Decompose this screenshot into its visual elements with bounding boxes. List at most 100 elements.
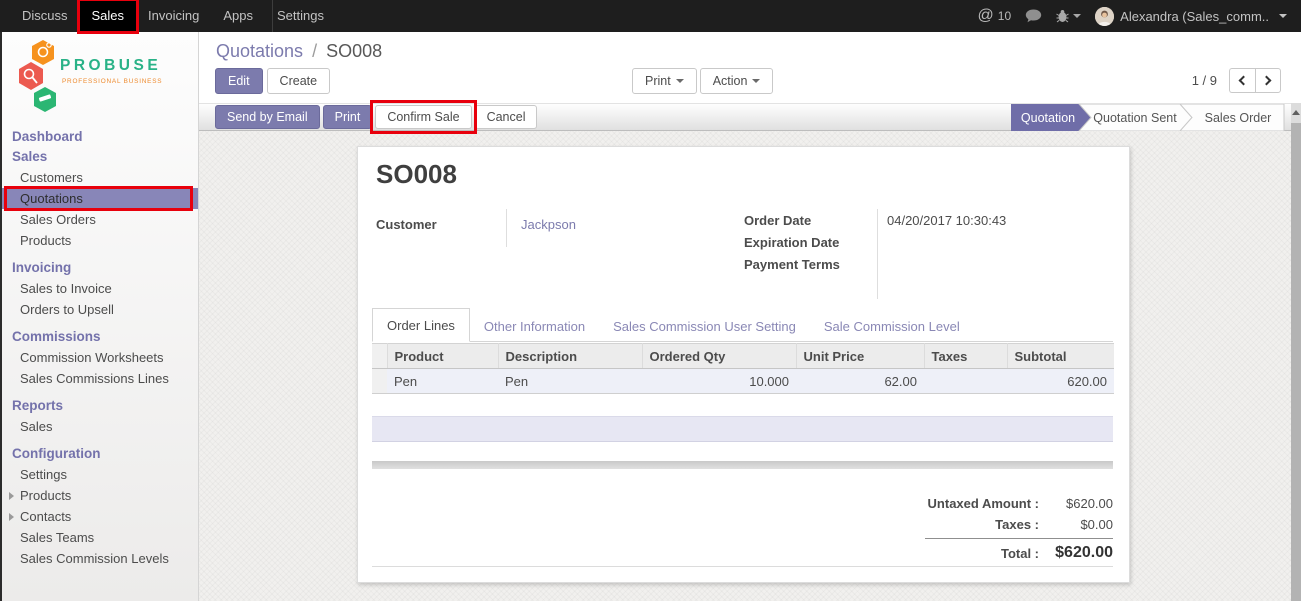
customer-label: Customer [376, 217, 437, 232]
sidebar-item-sales-commissions-lines[interactable]: Sales Commissions Lines [2, 368, 198, 389]
stage-quotation-sent-label: Quotation Sent [1093, 111, 1177, 125]
tab-sale-commission-level[interactable]: Sale Commission Level [810, 310, 974, 342]
cancel-button[interactable]: Cancel [475, 105, 538, 129]
pager-count: 1 / 9 [1192, 73, 1217, 88]
chat-bubble-icon[interactable] [1025, 9, 1042, 23]
confirm-sale-button[interactable]: Confirm Sale [375, 105, 471, 129]
debug-caret-icon [1073, 14, 1081, 18]
col-ordered-qty[interactable]: Ordered Qty [642, 344, 796, 369]
nav-discuss[interactable]: Discuss [10, 0, 80, 32]
mentions-counter[interactable]: @ 10 [978, 0, 1012, 32]
app-menu: Discuss Sales Invoicing Apps Settings [10, 0, 336, 32]
col-product[interactable]: Product [387, 344, 498, 369]
customer-link[interactable]: Jackpson [521, 217, 576, 232]
sidebar-item-sales-to-invoice[interactable]: Sales to Invoice [2, 278, 198, 299]
cell-subtotal[interactable]: 620.00 [1007, 369, 1114, 394]
sidebar-header-configuration: Configuration [2, 444, 198, 464]
sidebar-header-invoicing: Invoicing [2, 258, 198, 278]
print-dropdown-label: Print [645, 74, 671, 88]
sidebar-item-customers[interactable]: Customers [2, 167, 198, 188]
debug-bug-icon[interactable] [1056, 9, 1081, 23]
cell-product[interactable]: Pen [387, 369, 498, 394]
field-separator [506, 209, 507, 247]
cell-ordered-qty[interactable]: 10.000 [642, 369, 796, 394]
untaxed-amount-value: $620.00 [1039, 496, 1113, 511]
sidebar-item-sales[interactable]: Sales [2, 147, 198, 167]
sidebar-item-quotations-label: Quotations [20, 191, 83, 206]
action-dropdown-button[interactable]: Action [700, 68, 774, 94]
sidebar-item-reports-sales[interactable]: Sales [2, 416, 198, 437]
table-header-row: Product Description Ordered Qty Unit Pri… [372, 344, 1114, 369]
at-icon: @ [978, 0, 994, 32]
create-button[interactable]: Create [267, 68, 331, 94]
chevron-left-icon [1239, 76, 1249, 86]
nav-invoicing[interactable]: Invoicing [136, 0, 211, 32]
sidebar-item-sales-orders[interactable]: Sales Orders [2, 209, 198, 230]
tab-sales-commission-user-setting[interactable]: Sales Commission User Setting [599, 310, 810, 342]
sidebar-item-config-products[interactable]: Products [2, 485, 198, 506]
section-commissions: Commissions Commission Worksheets Sales … [2, 327, 198, 389]
user-menu[interactable]: Alexandra (Sales_comm.. [1095, 7, 1287, 26]
cell-taxes[interactable] [924, 369, 1007, 394]
stage-quotation-label: Quotation [1021, 111, 1075, 125]
order-date-value: 04/20/2017 10:30:43 [887, 210, 1006, 232]
col-description[interactable]: Description [498, 344, 642, 369]
col-unit-price[interactable]: Unit Price [796, 344, 924, 369]
breadcrumb-separator: / [308, 41, 321, 61]
chevron-down-icon [676, 79, 684, 83]
nav-settings[interactable]: Settings [265, 0, 336, 32]
expiration-date-value [887, 232, 1006, 254]
total-label: Total : [925, 546, 1039, 561]
nav-sales[interactable]: Sales [80, 0, 137, 32]
sidebar-item-sales-teams[interactable]: Sales Teams [2, 527, 198, 548]
sheet-bottom-divider [372, 566, 1113, 567]
chevron-down-icon [752, 79, 760, 83]
row-handle[interactable] [372, 369, 387, 394]
col-subtotal[interactable]: Subtotal [1007, 344, 1114, 369]
horizontal-scrollbar[interactable] [372, 461, 1113, 469]
sidebar-item-sales-commission-levels[interactable]: Sales Commission Levels [2, 548, 198, 569]
scroll-up-arrow-icon[interactable] [1291, 103, 1301, 123]
table-row[interactable]: Pen Pen 10.000 62.00 620.00 [372, 369, 1114, 394]
breadcrumb-quotations[interactable]: Quotations [216, 41, 303, 61]
chevron-right-icon [1262, 76, 1272, 86]
dates-field-values: 04/20/2017 10:30:43 [887, 210, 1006, 276]
sidebar-item-dashboard[interactable]: Dashboard [2, 127, 198, 147]
sidebar-header-reports: Reports [2, 396, 198, 416]
expand-arrow-icon[interactable] [9, 492, 14, 500]
tab-other-information[interactable]: Other Information [470, 310, 599, 342]
print-quotation-button[interactable]: Print [323, 105, 373, 129]
totals-block: Untaxed Amount : $620.00 Taxes : $0.00 T… [925, 493, 1113, 565]
brand-tagline: PROFESSIONAL BUSINESS [62, 78, 162, 85]
section-configuration: Configuration Settings Products Contacts… [2, 444, 198, 569]
edit-button[interactable]: Edit [215, 68, 263, 94]
sidebar-item-quotations[interactable]: Quotations [2, 188, 198, 209]
breadcrumb-current: SO008 [326, 41, 382, 61]
section-reports: Reports Sales [2, 396, 198, 437]
print-dropdown-button[interactable]: Print [632, 68, 697, 94]
order-date-label: Order Date [744, 210, 840, 232]
user-caret-icon [1279, 14, 1287, 18]
sidebar-item-orders-to-upsell[interactable]: Orders to Upsell [2, 299, 198, 320]
payment-terms-value [887, 254, 1006, 276]
cell-unit-price[interactable]: 62.00 [796, 369, 924, 394]
pager-next-button[interactable] [1255, 68, 1281, 93]
nav-sales-label: Sales [92, 8, 125, 23]
vertical-scrollbar[interactable] [1291, 103, 1301, 601]
sidebar-item-products[interactable]: Products [2, 230, 198, 251]
topbar-separator [272, 0, 273, 32]
tab-order-lines[interactable]: Order Lines [372, 308, 470, 342]
col-taxes[interactable]: Taxes [924, 344, 1007, 369]
order-lines-table: Product Description Ordered Qty Unit Pri… [372, 343, 1114, 394]
cell-description[interactable]: Pen [498, 369, 642, 394]
sidebar-item-commission-worksheets[interactable]: Commission Worksheets [2, 347, 198, 368]
config-contacts-label: Contacts [20, 509, 71, 524]
nav-apps[interactable]: Apps [211, 0, 265, 32]
pager-previous-button[interactable] [1229, 68, 1255, 93]
form-view-background: SO008 Customer Jackpson Order Date Expir… [199, 131, 1301, 601]
sidebar-item-config-contacts[interactable]: Contacts [2, 506, 198, 527]
page-title: SO008 [376, 159, 457, 190]
expand-arrow-icon[interactable] [9, 513, 14, 521]
send-by-email-button[interactable]: Send by Email [215, 105, 320, 129]
sidebar-item-settings[interactable]: Settings [2, 464, 198, 485]
